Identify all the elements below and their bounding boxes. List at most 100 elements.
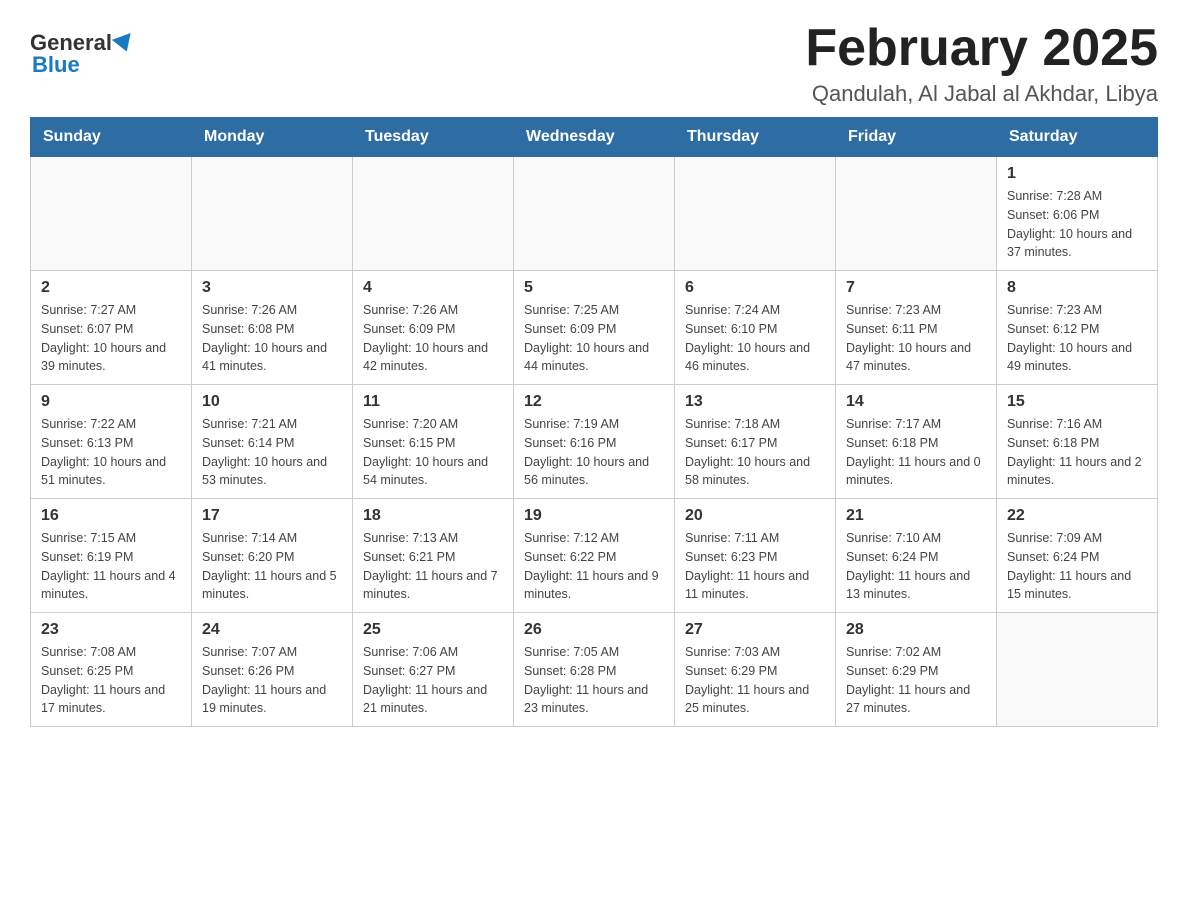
- logo-triangle-icon: [112, 33, 136, 55]
- day-info: Sunrise: 7:20 AMSunset: 6:15 PMDaylight:…: [363, 415, 503, 490]
- calendar-week-row: 9 Sunrise: 7:22 AMSunset: 6:13 PMDaylight…: [31, 385, 1158, 499]
- calendar-day-cell: 28 Sunrise: 7:02 AMSunset: 6:29 PMDayligh…: [836, 613, 997, 727]
- day-info: Sunrise: 7:22 AMSunset: 6:13 PMDaylight:…: [41, 415, 181, 490]
- calendar-day-cell: 15 Sunrise: 7:16 AMSunset: 6:18 PMDayligh…: [997, 385, 1158, 499]
- page-title: February 2025: [805, 20, 1158, 77]
- day-info: Sunrise: 7:26 AMSunset: 6:09 PMDaylight:…: [363, 301, 503, 376]
- day-info: Sunrise: 7:26 AMSunset: 6:08 PMDaylight:…: [202, 301, 342, 376]
- calendar-day-cell: 4Sunrise: 7:26 AMSunset: 6:09 PMDaylight…: [353, 271, 514, 385]
- calendar-day-cell: 20 Sunrise: 7:11 AMSunset: 6:23 PMDayligh…: [675, 499, 836, 613]
- day-number: 2: [41, 279, 181, 297]
- day-number: 6: [685, 279, 825, 297]
- day-info: Sunrise: 7:19 AMSunset: 6:16 PMDaylight:…: [524, 415, 664, 490]
- calendar-day-header: Wednesday: [514, 118, 675, 157]
- day-number: 23: [41, 621, 181, 639]
- calendar-day-cell: 16 Sunrise: 7:15 AMSunset: 6:19 PMDayligh…: [31, 499, 192, 613]
- day-info: Sunrise: 7:21 AMSunset: 6:14 PMDaylight:…: [202, 415, 342, 490]
- day-info: Sunrise: 7:06 AMSunset: 6:27 PMDaylight:…: [363, 643, 503, 718]
- day-info: Sunrise: 7:16 AMSunset: 6:18 PMDaylight:…: [1007, 415, 1147, 490]
- day-number: 15: [1007, 393, 1147, 411]
- calendar-day-cell: 13 Sunrise: 7:18 AMSunset: 6:17 PMDayligh…: [675, 385, 836, 499]
- calendar-day-header: Thursday: [675, 118, 836, 157]
- day-number: 27: [685, 621, 825, 639]
- day-info: Sunrise: 7:13 AMSunset: 6:21 PMDaylight:…: [363, 529, 503, 604]
- logo: General Blue: [30, 30, 134, 78]
- calendar-day-cell: 2 Sunrise: 7:27 AMSunset: 6:07 PMDaylight…: [31, 271, 192, 385]
- day-number: 28: [846, 621, 986, 639]
- day-number: 11: [363, 393, 503, 411]
- day-info: Sunrise: 7:14 AMSunset: 6:20 PMDaylight:…: [202, 529, 342, 604]
- day-number: 8: [1007, 279, 1147, 297]
- logo-blue-text: Blue: [32, 52, 80, 77]
- day-number: 14: [846, 393, 986, 411]
- day-number: 12: [524, 393, 664, 411]
- day-number: 22: [1007, 507, 1147, 525]
- day-number: 19: [524, 507, 664, 525]
- calendar-day-cell: 19 Sunrise: 7:12 AMSunset: 6:22 PMDayligh…: [514, 499, 675, 613]
- calendar-day-cell: 22 Sunrise: 7:09 AMSunset: 6:24 PMDayligh…: [997, 499, 1158, 613]
- day-info: Sunrise: 7:12 AMSunset: 6:22 PMDaylight:…: [524, 529, 664, 604]
- day-info: Sunrise: 7:02 AMSunset: 6:29 PMDaylight:…: [846, 643, 986, 718]
- calendar-day-cell: [31, 157, 192, 271]
- calendar-day-cell: 10Sunrise: 7:21 AMSunset: 6:14 PMDayligh…: [192, 385, 353, 499]
- day-info: Sunrise: 7:09 AMSunset: 6:24 PMDaylight:…: [1007, 529, 1147, 604]
- calendar-day-cell: 8 Sunrise: 7:23 AMSunset: 6:12 PMDaylight…: [997, 271, 1158, 385]
- day-info: Sunrise: 7:27 AMSunset: 6:07 PMDaylight:…: [41, 301, 181, 376]
- calendar-day-header: Monday: [192, 118, 353, 157]
- day-number: 7: [846, 279, 986, 297]
- calendar-day-header: Friday: [836, 118, 997, 157]
- day-info: Sunrise: 7:17 AMSunset: 6:18 PMDaylight:…: [846, 415, 986, 490]
- day-info: Sunrise: 7:28 AMSunset: 6:06 PMDaylight:…: [1007, 187, 1147, 262]
- day-number: 24: [202, 621, 342, 639]
- day-info: Sunrise: 7:08 AMSunset: 6:25 PMDaylight:…: [41, 643, 181, 718]
- calendar-day-header: Tuesday: [353, 118, 514, 157]
- calendar-table: SundayMondayTuesdayWednesdayThursdayFrid…: [30, 117, 1158, 727]
- calendar-day-cell: 21Sunrise: 7:10 AMSunset: 6:24 PMDayligh…: [836, 499, 997, 613]
- calendar-day-header: Saturday: [997, 118, 1158, 157]
- calendar-week-row: 23 Sunrise: 7:08 AMSunset: 6:25 PMDayligh…: [31, 613, 1158, 727]
- day-number: 16: [41, 507, 181, 525]
- day-info: Sunrise: 7:23 AMSunset: 6:12 PMDaylight:…: [1007, 301, 1147, 376]
- calendar-day-cell: 14 Sunrise: 7:17 AMSunset: 6:18 PMDayligh…: [836, 385, 997, 499]
- calendar-day-cell: 26Sunrise: 7:05 AMSunset: 6:28 PMDayligh…: [514, 613, 675, 727]
- calendar-day-cell: 25 Sunrise: 7:06 AMSunset: 6:27 PMDayligh…: [353, 613, 514, 727]
- day-number: 1: [1007, 165, 1147, 183]
- day-number: 5: [524, 279, 664, 297]
- calendar-day-cell: [514, 157, 675, 271]
- day-info: Sunrise: 7:10 AMSunset: 6:24 PMDaylight:…: [846, 529, 986, 604]
- day-info: Sunrise: 7:18 AMSunset: 6:17 PMDaylight:…: [685, 415, 825, 490]
- day-number: 13: [685, 393, 825, 411]
- calendar-day-cell: 27Sunrise: 7:03 AMSunset: 6:29 PMDayligh…: [675, 613, 836, 727]
- calendar-day-cell: [353, 157, 514, 271]
- day-info: Sunrise: 7:25 AMSunset: 6:09 PMDaylight:…: [524, 301, 664, 376]
- day-number: 20: [685, 507, 825, 525]
- calendar-day-cell: 7Sunrise: 7:23 AMSunset: 6:11 PMDaylight…: [836, 271, 997, 385]
- day-number: 17: [202, 507, 342, 525]
- day-info: Sunrise: 7:24 AMSunset: 6:10 PMDaylight:…: [685, 301, 825, 376]
- calendar-week-row: 1 Sunrise: 7:28 AMSunset: 6:06 PMDaylight…: [31, 157, 1158, 271]
- calendar-day-cell: [997, 613, 1158, 727]
- page-header: General Blue February 2025 Qandulah, Al …: [30, 20, 1158, 107]
- calendar-day-cell: [836, 157, 997, 271]
- day-info: Sunrise: 7:15 AMSunset: 6:19 PMDaylight:…: [41, 529, 181, 604]
- calendar-day-cell: 1 Sunrise: 7:28 AMSunset: 6:06 PMDaylight…: [997, 157, 1158, 271]
- calendar-day-cell: 9 Sunrise: 7:22 AMSunset: 6:13 PMDaylight…: [31, 385, 192, 499]
- calendar-day-cell: 6 Sunrise: 7:24 AMSunset: 6:10 PMDaylight…: [675, 271, 836, 385]
- calendar-day-header: Sunday: [31, 118, 192, 157]
- calendar-week-row: 16 Sunrise: 7:15 AMSunset: 6:19 PMDayligh…: [31, 499, 1158, 613]
- calendar-day-cell: 17 Sunrise: 7:14 AMSunset: 6:20 PMDayligh…: [192, 499, 353, 613]
- calendar-day-cell: 11 Sunrise: 7:20 AMSunset: 6:15 PMDayligh…: [353, 385, 514, 499]
- calendar-day-cell: [675, 157, 836, 271]
- calendar-day-cell: 23 Sunrise: 7:08 AMSunset: 6:25 PMDayligh…: [31, 613, 192, 727]
- day-number: 9: [41, 393, 181, 411]
- calendar-day-cell: 18Sunrise: 7:13 AMSunset: 6:21 PMDayligh…: [353, 499, 514, 613]
- calendar-header-row: SundayMondayTuesdayWednesdayThursdayFrid…: [31, 118, 1158, 157]
- day-number: 26: [524, 621, 664, 639]
- calendar-day-cell: [192, 157, 353, 271]
- title-section: February 2025 Qandulah, Al Jabal al Akhd…: [805, 20, 1158, 107]
- calendar-day-cell: 12 Sunrise: 7:19 AMSunset: 6:16 PMDayligh…: [514, 385, 675, 499]
- calendar-day-cell: 3 Sunrise: 7:26 AMSunset: 6:08 PMDaylight…: [192, 271, 353, 385]
- day-info: Sunrise: 7:11 AMSunset: 6:23 PMDaylight:…: [685, 529, 825, 604]
- day-number: 25: [363, 621, 503, 639]
- day-number: 3: [202, 279, 342, 297]
